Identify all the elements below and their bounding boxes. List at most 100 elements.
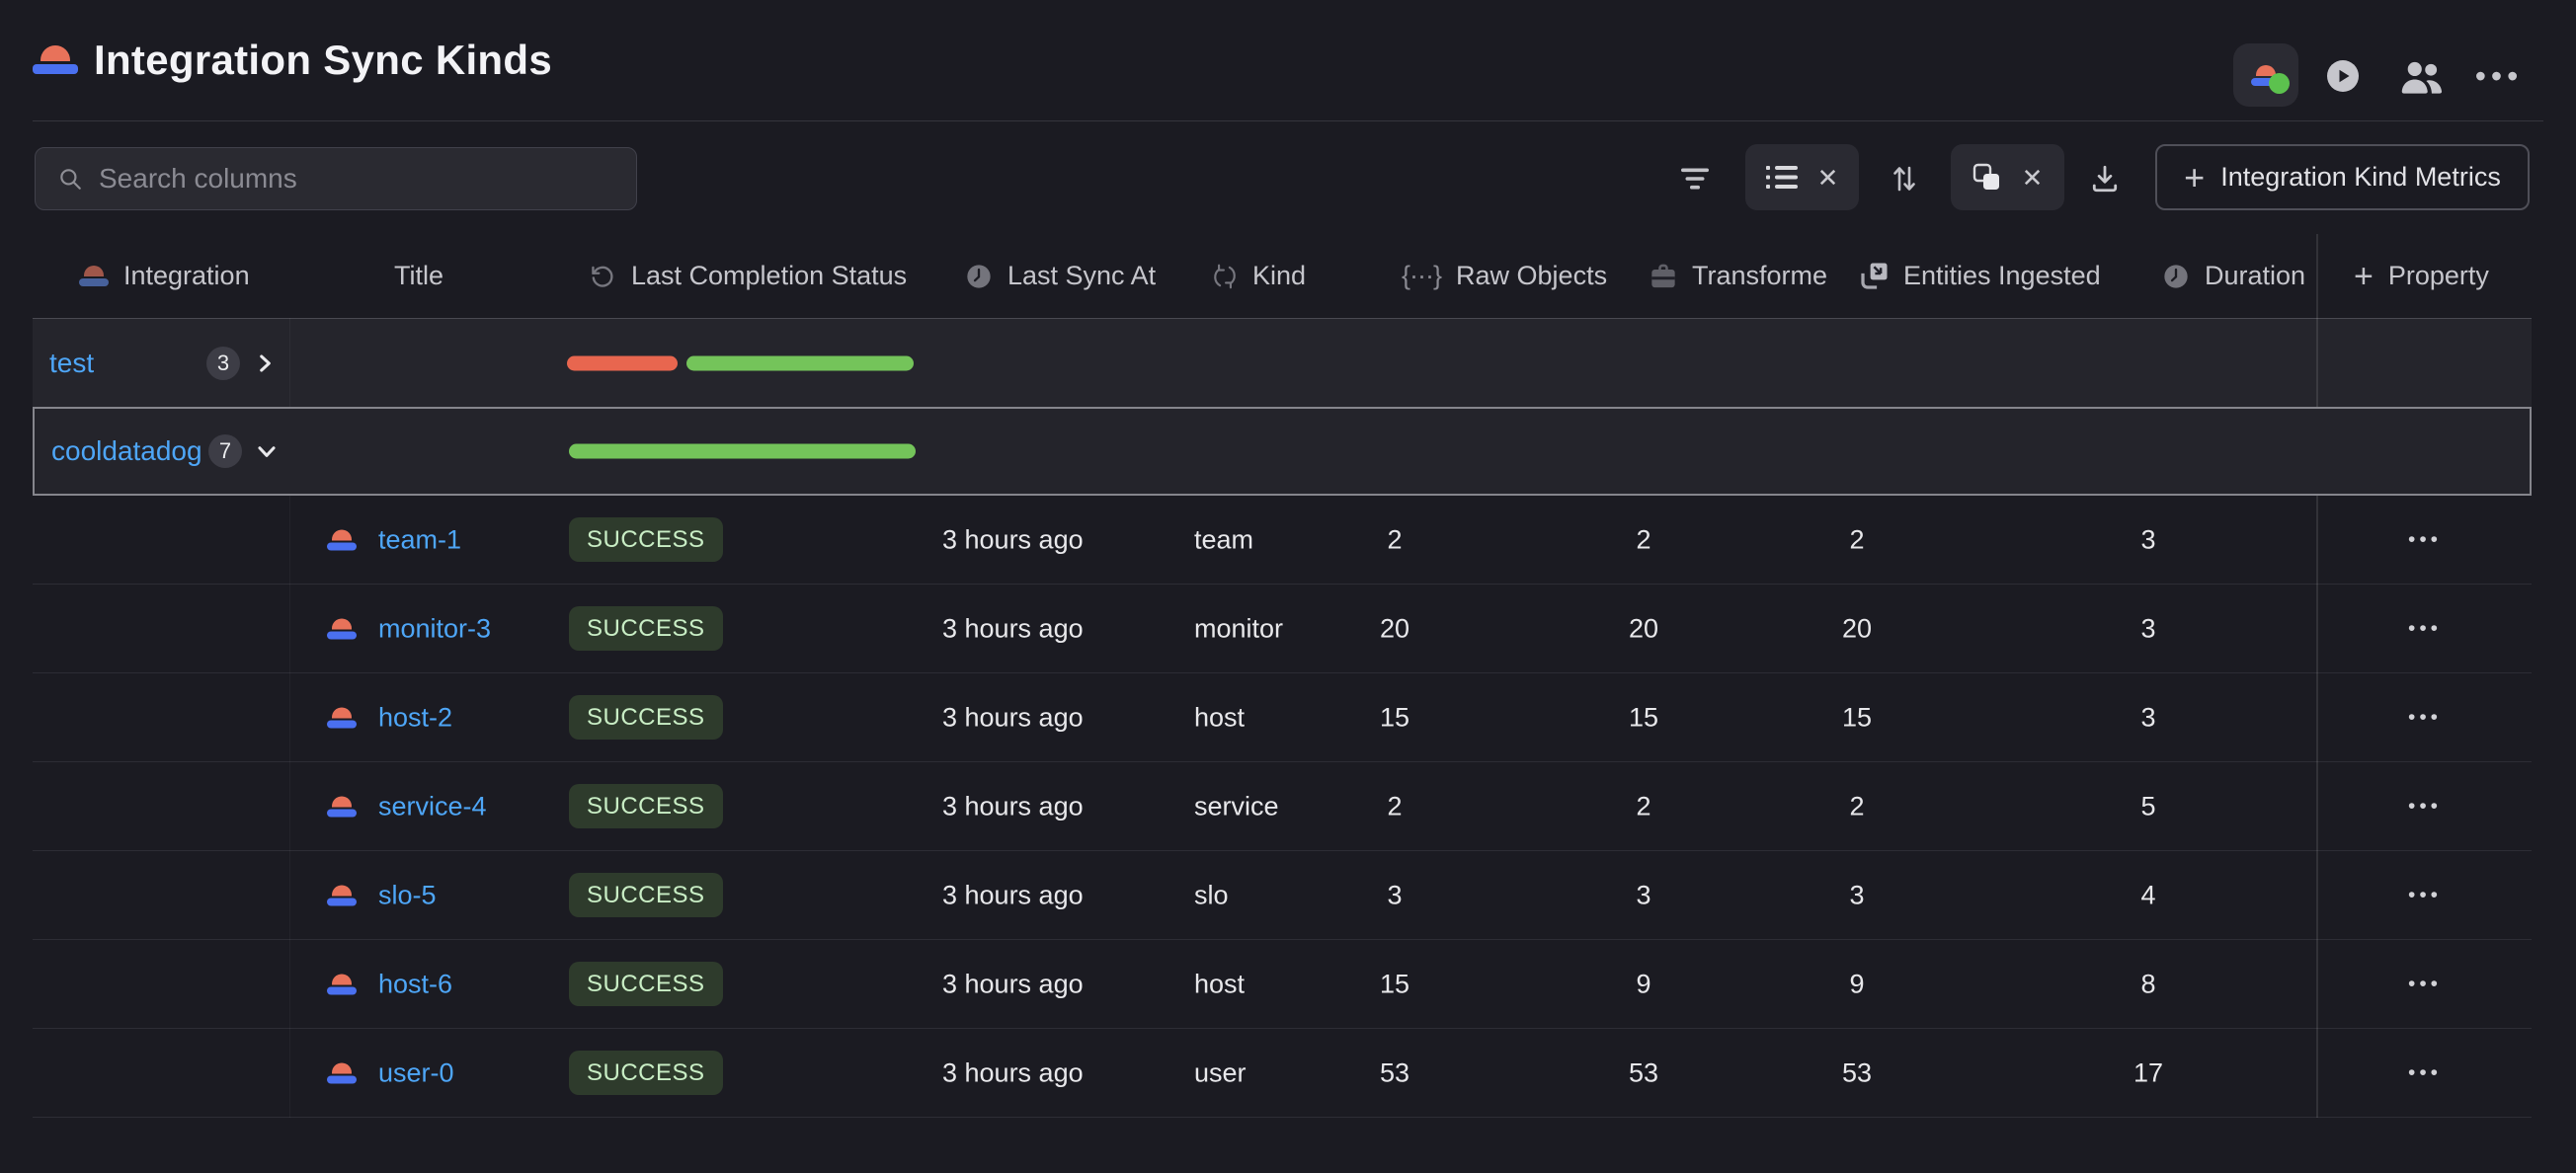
kind-title-link[interactable]: service-4 [378,791,487,821]
duration-cell: 3 [2089,702,2208,733]
status-badge: SUCCESS [569,1051,723,1095]
row-actions-button[interactable]: ••• [2385,795,2464,819]
duration-cell: 3 [2089,613,2208,644]
more-menu-button[interactable]: ••• [2471,55,2527,97]
status-cell: SUCCESS [569,1059,723,1087]
transformed-cell: 9 [1584,969,1703,999]
integration-logo-icon [327,618,357,639]
group-link[interactable]: cooldatadog [51,435,202,467]
kind-cell: team [1194,524,1253,555]
chevron-right-icon[interactable] [251,350,279,377]
last-sync-at-cell: 3 hours ago [942,524,1084,555]
column-header-last-sync-at[interactable]: Last Sync At [965,234,1156,318]
group-row-test[interactable]: test 3 [33,318,2532,407]
last-sync-at-cell: 3 hours ago [942,880,1084,910]
column-header-duration[interactable]: Duration [2162,234,2305,318]
group-by-chip[interactable]: ✕ [1745,144,1859,210]
duration-cell: 5 [2089,791,2208,821]
filter-button[interactable] [1671,155,1719,202]
integration-status-button[interactable] [2233,43,2298,107]
clear-columns-icon[interactable]: ✕ [2022,165,2044,191]
kind-title-link[interactable]: host-6 [378,969,452,999]
raw-objects-cell: 15 [1335,969,1454,999]
integration-logo-icon [327,529,357,550]
column-header-entities-ingested[interactable]: Entities Ingested [1859,234,2101,318]
transformed-cell: 20 [1584,613,1703,644]
import-icon [1859,262,1889,291]
raw-objects-cell: 3 [1335,880,1454,910]
entities-ingested-cell: 15 [1798,702,1916,733]
row-actions-button[interactable]: ••• [2385,973,2464,996]
transformed-cell: 53 [1584,1057,1703,1088]
transformed-cell: 2 [1584,791,1703,821]
table-row[interactable]: service-4 SUCCESS 3 hours ago service 2 … [33,762,2532,851]
column-header-transformed[interactable]: Transforme [1650,234,1827,318]
raw-objects-cell: 2 [1335,524,1454,555]
download-button[interactable] [2081,155,2129,202]
status-distribution-bar[interactable] [569,444,916,459]
kind-title-link[interactable]: user-0 [378,1057,454,1088]
manage-columns-chip[interactable]: ✕ [1951,144,2064,210]
table-row[interactable]: slo-5 SUCCESS 3 hours ago slo 3 3 3 4 ••… [33,851,2532,940]
kind-cell: service [1194,791,1279,821]
users-icon [2397,56,2447,98]
integration-logo-icon [327,1062,357,1083]
table-row[interactable]: user-0 SUCCESS 3 hours ago user 53 53 53… [33,1029,2532,1118]
add-property-button[interactable]: + Property [2354,234,2489,318]
chevron-down-icon[interactable] [253,437,281,465]
table-row[interactable]: monitor-3 SUCCESS 3 hours ago monitor 20… [33,585,2532,673]
clear-group-by-icon[interactable]: ✕ [1817,165,1839,191]
entities-ingested-cell: 53 [1798,1057,1916,1088]
kind-title-link[interactable]: team-1 [378,524,461,555]
column-header-integration[interactable]: Integration [79,234,250,318]
search-columns-box[interactable] [35,147,637,210]
group-row-cooldatadog[interactable]: cooldatadog 7 [33,407,2532,496]
column-header-raw-objects[interactable]: {···} Raw Objects [1402,234,1607,318]
kind-cell: slo [1194,880,1229,910]
integration-logo-icon [327,974,357,994]
download-icon [2090,164,2120,194]
last-sync-at-cell: 3 hours ago [942,791,1084,821]
table-row[interactable]: team-1 SUCCESS 3 hours ago team 2 2 2 3 … [33,496,2532,585]
table-row[interactable]: host-6 SUCCESS 3 hours ago host 15 9 9 8… [33,940,2532,1029]
group-count-badge: 3 [206,347,240,380]
status-badge: SUCCESS [569,695,723,740]
last-sync-at-cell: 3 hours ago [942,969,1084,999]
column-header-kind[interactable]: Kind [1212,234,1306,318]
row-actions-button[interactable]: ••• [2385,884,2464,907]
row-actions-button[interactable]: ••• [2385,706,2464,730]
header-divider [33,120,2543,121]
row-actions-button[interactable]: ••• [2385,1061,2464,1085]
last-sync-at-cell: 3 hours ago [942,1057,1084,1088]
transformed-cell: 15 [1584,702,1703,733]
column-header-last-completion-status[interactable]: Last Completion Status [589,234,907,318]
column-header-title[interactable]: Title [394,234,443,318]
row-actions-button[interactable]: ••• [2385,617,2464,641]
braces-icon: {···} [1402,261,1441,291]
resync-play-button[interactable] [2326,59,2360,93]
kind-cell: user [1194,1057,1247,1088]
kind-title-link[interactable]: host-2 [378,702,452,733]
duration-cell: 4 [2089,880,2208,910]
row-actions-button[interactable]: ••• [2385,528,2464,552]
table-row[interactable]: host-2 SUCCESS 3 hours ago host 15 15 15… [33,673,2532,762]
search-icon [57,166,83,192]
group-link[interactable]: test [49,348,94,379]
sync-kinds-table: Integration Title Last Completion Status… [33,234,2532,1118]
clock-icon [965,263,993,290]
status-cell: SUCCESS [569,793,723,821]
add-integration-kind-metrics-button[interactable]: + Integration Kind Metrics [2155,144,2530,210]
status-badge: SUCCESS [569,784,723,828]
clock-icon [2162,263,2190,290]
status-distribution-bar[interactable] [567,355,914,370]
kind-title-link[interactable]: slo-5 [378,880,437,910]
success-bar-segment [686,355,914,370]
search-input[interactable] [99,163,636,195]
status-badge: SUCCESS [569,873,723,917]
sort-button[interactable] [1881,155,1928,202]
kind-title-link[interactable]: monitor-3 [378,613,491,644]
audience-button[interactable] [2396,56,2448,98]
copy-stack-icon [1972,163,2002,193]
history-icon [589,263,616,290]
transformed-cell: 3 [1584,880,1703,910]
